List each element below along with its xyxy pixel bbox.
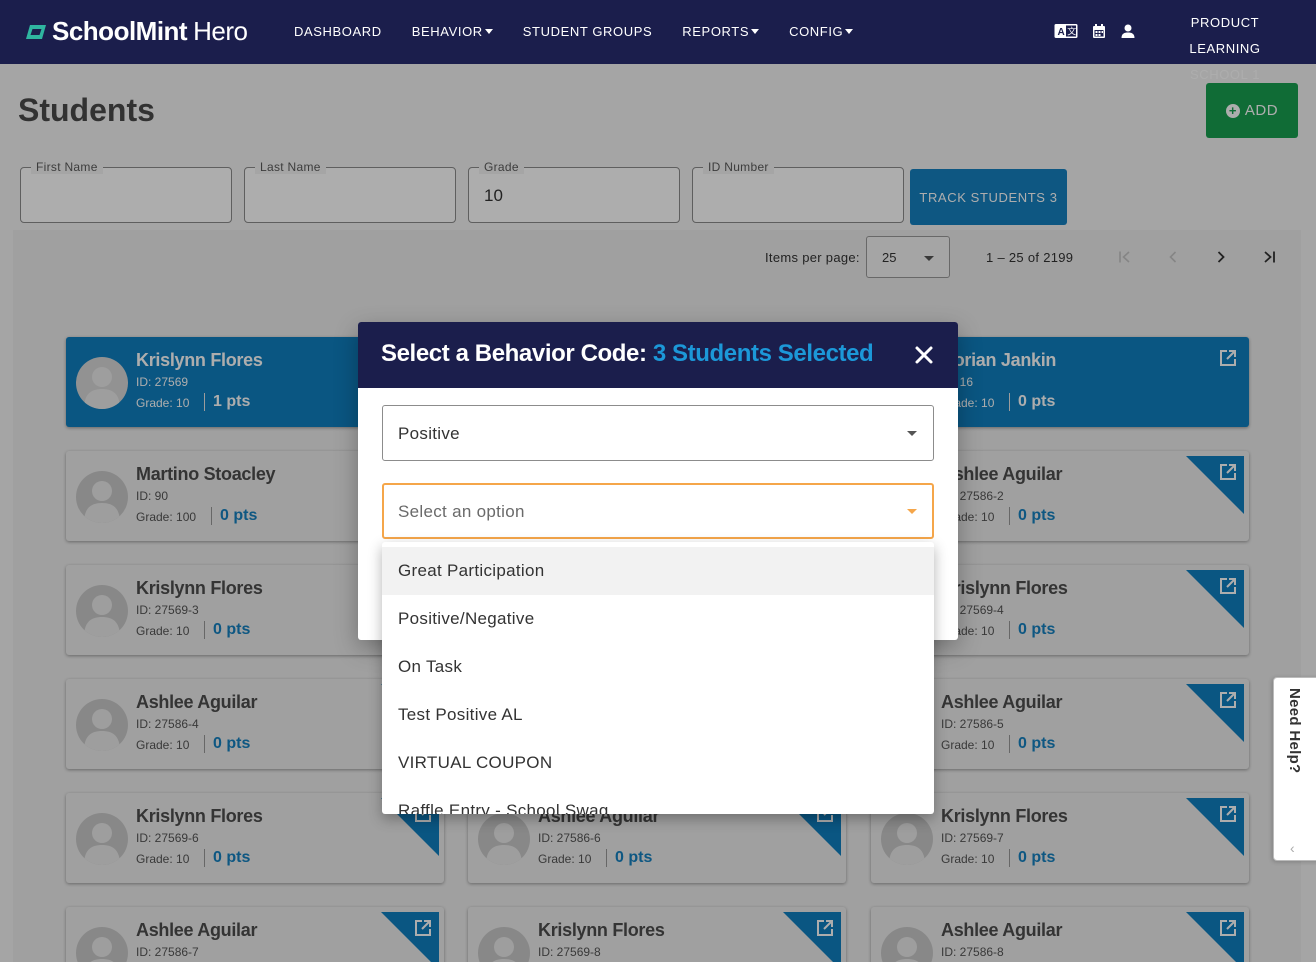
close-icon[interactable] [912, 343, 936, 367]
dialog-title: Select a Behavior Code: 3 Students Selec… [381, 340, 874, 368]
nav-behavior-label: BEHAVIOR [411, 24, 483, 39]
behavior-type-select[interactable]: Positive [382, 405, 934, 461]
dialog-title-text: Select a Behavior Code: [381, 340, 647, 367]
user-icon[interactable] [1120, 23, 1136, 39]
brand-mark-icon [26, 24, 46, 39]
nav-config[interactable]: CONFIG [789, 24, 854, 39]
brand-sub: Hero [193, 16, 248, 46]
option-positive-negative[interactable]: Positive/Negative [382, 595, 934, 643]
caret-down-icon [845, 29, 854, 34]
behavior-type-value: Positive [398, 424, 460, 443]
nav-student-groups[interactable]: STUDENT GROUPS [523, 24, 653, 39]
svg-text:文: 文 [1067, 26, 1076, 37]
need-help-label: Need Help? [1286, 688, 1303, 774]
behavior-code-placeholder: Select an option [398, 502, 525, 521]
need-help-tab[interactable]: Need Help? ‹ [1273, 677, 1316, 861]
option-great-participation[interactable]: Great Participation [382, 547, 934, 595]
caret-down-icon [907, 431, 917, 436]
caret-down-icon [751, 29, 760, 34]
svg-text:A: A [1058, 27, 1065, 38]
dialog-header: Select a Behavior Code: 3 Students Selec… [358, 322, 958, 388]
caret-down-icon [484, 29, 493, 34]
nav-behavior[interactable]: BEHAVIOR [412, 24, 493, 39]
option-on-task[interactable]: On Task [382, 643, 934, 691]
behavior-code-options: Great Participation Positive/Negative On… [382, 542, 934, 814]
nav-dashboard-label: DASHBOARD [294, 24, 382, 39]
brand-name: SchoolMint [52, 16, 188, 46]
nav-config-label: CONFIG [789, 24, 844, 39]
option-virtual-coupon[interactable]: VIRTUAL COUPON [382, 739, 934, 787]
school-line-1: PRODUCT LEARNING [1189, 15, 1261, 56]
chevron-left-icon: ‹ [1290, 840, 1295, 856]
main-menu: DASHBOARD BEHAVIOR STUDENT GROUPS REPORT… [294, 24, 854, 39]
nav-dashboard[interactable]: DASHBOARD [294, 24, 382, 39]
nav-reports-label: REPORTS [682, 24, 750, 39]
behavior-code-select[interactable]: Select an option [382, 483, 934, 539]
option-raffle-entry[interactable]: Raffle Entry - School Swag [382, 787, 934, 814]
nav-icons: A 文 [1054, 22, 1136, 40]
caret-down-icon [907, 509, 917, 514]
nav-student-groups-label: STUDENT GROUPS [522, 24, 653, 39]
brand-logo[interactable]: SchoolMint Hero [24, 16, 248, 47]
option-test-positive-al[interactable]: Test Positive AL [382, 691, 934, 739]
dialog-title-accent: 3 Students Selected [652, 340, 874, 367]
top-nav: SchoolMint Hero DASHBOARD BEHAVIOR STUDE… [0, 0, 1316, 82]
nav-reports[interactable]: REPORTS [682, 24, 760, 39]
translate-icon[interactable]: A 文 [1054, 22, 1078, 40]
calendar-icon[interactable] [1092, 23, 1106, 39]
